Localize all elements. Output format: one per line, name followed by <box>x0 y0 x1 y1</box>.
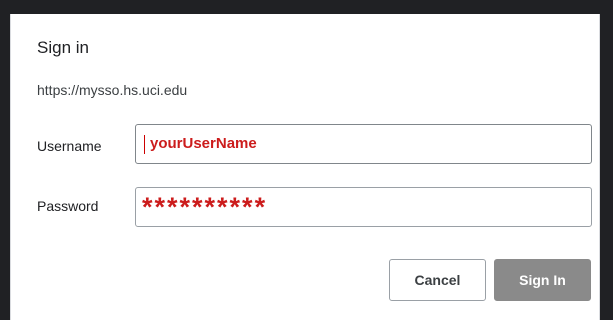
browser-top-bar <box>0 0 613 14</box>
dialog-title: Sign in <box>37 38 89 57</box>
username-field[interactable]: yourUserName <box>135 124 592 164</box>
sign-in-dialog: Sign in https://mysso.hs.uci.edu Usernam… <box>10 14 600 320</box>
text-caret <box>144 135 145 154</box>
sign-in-button[interactable]: Sign In <box>494 259 591 301</box>
site-url: https://mysso.hs.uci.edu <box>37 82 188 98</box>
password-value: ********** <box>142 192 268 222</box>
username-value: yourUserName <box>150 135 257 152</box>
cancel-button[interactable]: Cancel <box>389 259 486 301</box>
password-label: Password <box>37 198 99 214</box>
username-label: Username <box>37 138 102 154</box>
password-field[interactable]: ********** <box>135 187 592 227</box>
